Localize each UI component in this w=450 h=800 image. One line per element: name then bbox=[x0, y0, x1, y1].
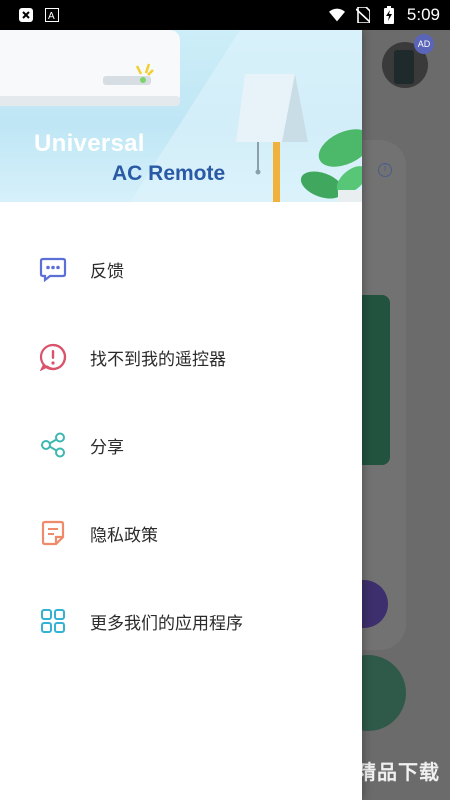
menu-item-privacy-policy[interactable]: 隐私政策 bbox=[0, 489, 362, 577]
font-a-icon: A bbox=[44, 7, 60, 23]
clock: 5:09 bbox=[406, 5, 440, 24]
svg-text:A: A bbox=[48, 11, 55, 22]
drawer-header: Universal AC Remote bbox=[0, 30, 362, 202]
document-icon bbox=[38, 518, 68, 548]
header-title-line2: AC Remote bbox=[112, 162, 226, 185]
chat-bubble-icon bbox=[38, 254, 68, 284]
share-icon bbox=[38, 430, 68, 460]
grid-apps-icon bbox=[38, 606, 68, 636]
menu-item-label: 分享 bbox=[90, 437, 124, 458]
close-circle-icon bbox=[18, 7, 34, 23]
watermark-text: 精品下载 bbox=[356, 759, 440, 784]
battery-charging-icon bbox=[381, 6, 397, 24]
navigation-drawer: Universal AC Remote 反馈 找不到我的遥控器 分享 隐私政策 … bbox=[0, 30, 362, 800]
header-title-line1: Universal bbox=[34, 130, 145, 157]
menu-item-label: 找不到我的遥控器 bbox=[90, 349, 226, 370]
menu-item-feedback[interactable]: 反馈 bbox=[0, 225, 362, 313]
ad-badge: AD bbox=[414, 34, 434, 54]
alert-circle-icon bbox=[38, 342, 68, 372]
menu-item-label: 反馈 bbox=[90, 261, 124, 282]
menu-item-cant-find-remote[interactable]: 找不到我的遥控器 bbox=[0, 313, 362, 401]
info-icon: i bbox=[378, 163, 392, 177]
drawer-menu: 反馈 找不到我的遥控器 分享 隐私政策 更多我们的应用程序 bbox=[0, 225, 362, 665]
menu-item-more-apps[interactable]: 更多我们的应用程序 bbox=[0, 577, 362, 665]
menu-item-label: 更多我们的应用程序 bbox=[90, 613, 243, 634]
no-sim-icon bbox=[355, 7, 371, 23]
wifi-icon bbox=[328, 7, 345, 23]
menu-item-label: 隐私政策 bbox=[90, 525, 158, 546]
status-bar: A 5:09 bbox=[0, 0, 450, 30]
menu-item-share[interactable]: 分享 bbox=[0, 401, 362, 489]
